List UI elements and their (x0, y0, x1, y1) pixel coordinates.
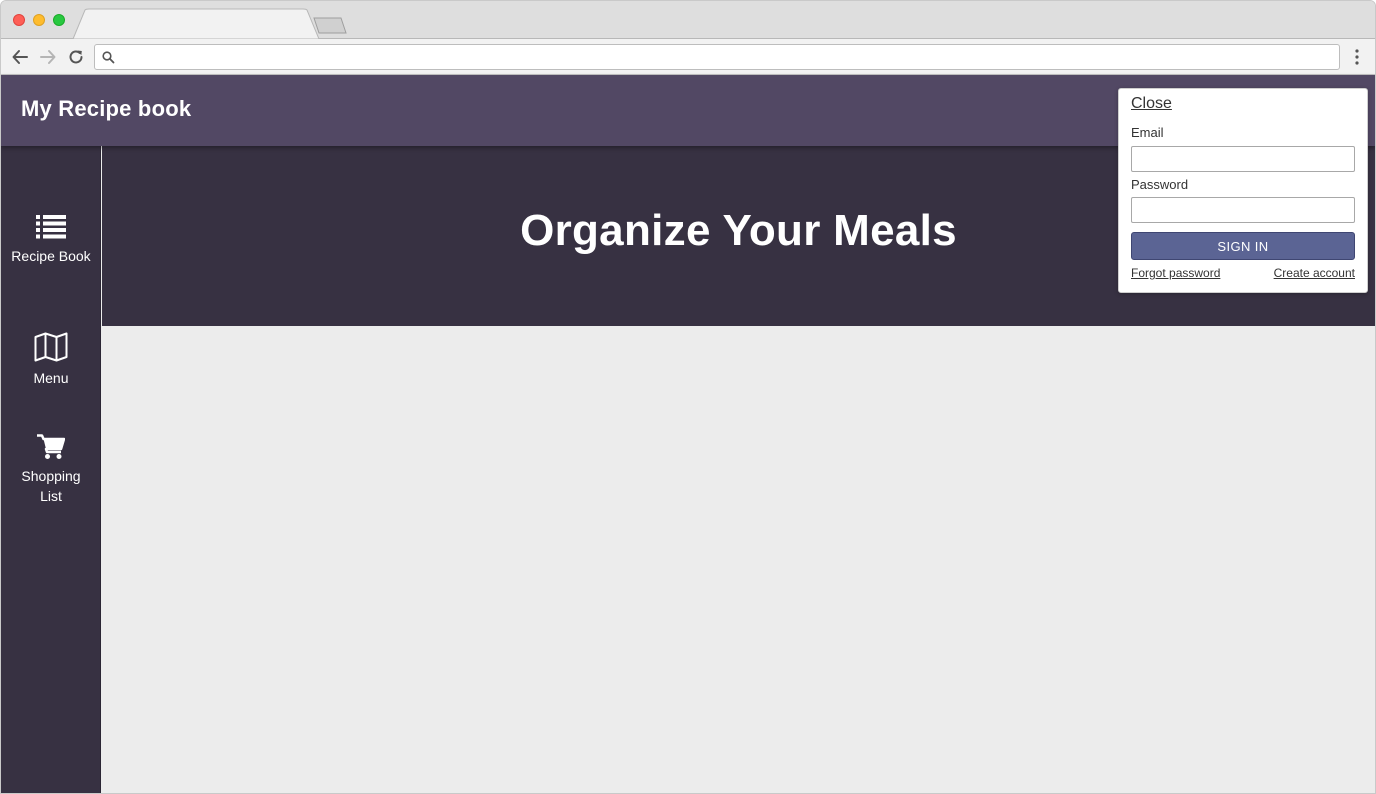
sidebar-item-label: Recipe Book (11, 248, 91, 264)
kebab-menu-icon (1355, 49, 1359, 65)
sidebar-item-label: Menu (33, 370, 69, 386)
forward-button[interactable] (37, 46, 59, 68)
map-icon (34, 332, 68, 362)
email-field[interactable] (1131, 146, 1355, 172)
new-tab-button[interactable] (313, 17, 347, 34)
arrow-right-icon (40, 50, 56, 64)
tab-shapes (72, 8, 347, 40)
forgot-password-link[interactable]: Forgot password (1131, 266, 1220, 280)
address-bar[interactable] (94, 44, 1340, 70)
page-viewport: My Recipe book Recipe Book Menu Shopping… (1, 75, 1375, 793)
cart-icon (37, 434, 65, 459)
password-label: Password (1131, 177, 1189, 192)
arrow-left-icon (12, 50, 28, 64)
create-account-link[interactable]: Create account (1274, 266, 1355, 280)
browser-window: My Recipe book Recipe Book Menu Shopping… (0, 0, 1376, 794)
browser-menu-button[interactable] (1347, 48, 1367, 66)
email-label: Email (1131, 125, 1164, 140)
reload-icon (69, 50, 83, 64)
sidebar-item-label: Shopping List (21, 468, 81, 504)
active-tab[interactable] (72, 8, 320, 40)
password-field[interactable] (1131, 197, 1355, 223)
address-input[interactable] (121, 45, 1321, 69)
tab-strip (1, 1, 1375, 40)
search-icon (102, 51, 115, 64)
back-button[interactable] (9, 46, 31, 68)
list-icon (36, 215, 66, 239)
app-title[interactable]: My Recipe book (21, 96, 191, 122)
sidebar: Recipe Book Menu Shopping List (1, 146, 101, 793)
reload-button[interactable] (65, 46, 87, 68)
sidebar-item-recipe-book[interactable]: Recipe Book (1, 214, 101, 266)
close-link[interactable]: Close (1131, 95, 1172, 113)
sign-in-button[interactable]: SIGN IN (1131, 232, 1355, 260)
browser-toolbar (1, 39, 1375, 75)
sidebar-item-shopping-list[interactable]: Shopping List (1, 434, 101, 506)
signin-popover: Close Email Password SIGN IN Forgot pass… (1118, 88, 1368, 293)
sidebar-item-menu[interactable]: Menu (1, 332, 101, 388)
